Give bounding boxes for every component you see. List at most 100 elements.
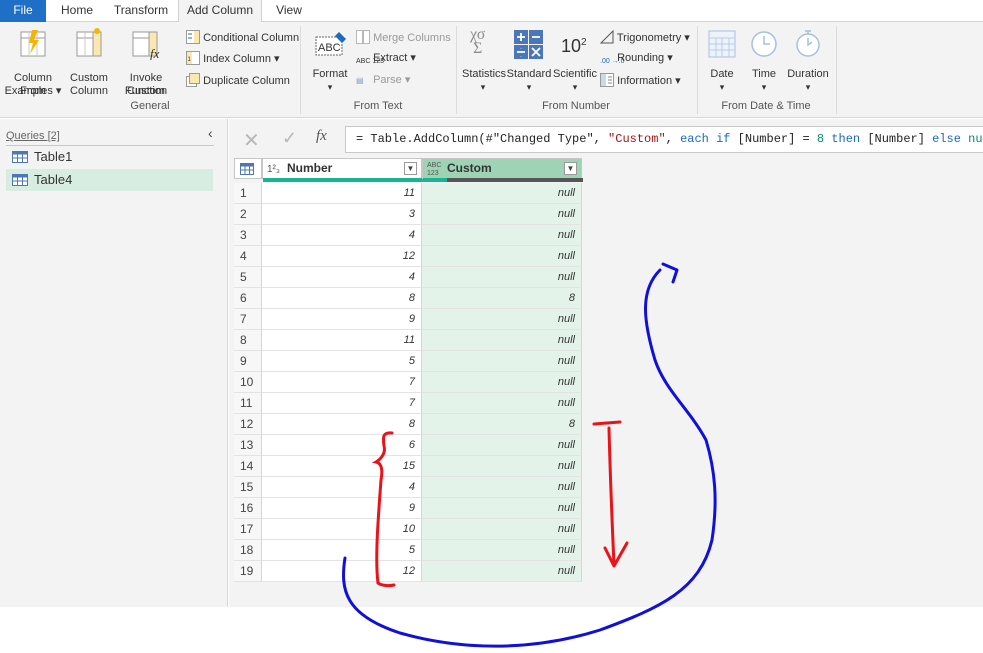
row-number[interactable]: 13: [234, 435, 262, 456]
duplicate-column-button[interactable]: Duplicate Column: [186, 73, 290, 88]
number-cell[interactable]: 7: [262, 393, 422, 414]
whole-number-type-icon[interactable]: 1²₃: [267, 160, 280, 179]
number-cell[interactable]: 15: [262, 456, 422, 477]
row-number[interactable]: 3: [234, 225, 262, 246]
row-number[interactable]: 15: [234, 477, 262, 498]
table-row[interactable]: 11 7 null: [234, 393, 582, 414]
number-cell[interactable]: 5: [262, 351, 422, 372]
table-row[interactable]: 12 8 8: [234, 414, 582, 435]
row-number[interactable]: 19: [234, 561, 262, 582]
number-cell[interactable]: 6: [262, 435, 422, 456]
table-row[interactable]: 13 6 null: [234, 435, 582, 456]
custom-cell[interactable]: null: [422, 540, 582, 561]
row-number[interactable]: 1: [234, 183, 262, 204]
index-column-button[interactable]: 1 Index Column ▾: [186, 51, 280, 66]
number-cell[interactable]: 4: [262, 267, 422, 288]
custom-cell[interactable]: null: [422, 225, 582, 246]
row-number[interactable]: 16: [234, 498, 262, 519]
custom-cell[interactable]: null: [422, 498, 582, 519]
row-number[interactable]: 9: [234, 351, 262, 372]
number-cell[interactable]: 7: [262, 372, 422, 393]
query-item-table4[interactable]: Table4: [6, 169, 213, 191]
number-cell[interactable]: 10: [262, 519, 422, 540]
table-row[interactable]: 2 3 null: [234, 204, 582, 225]
information-button[interactable]: Information ▾: [600, 73, 681, 88]
custom-cell[interactable]: null: [422, 309, 582, 330]
custom-cell[interactable]: null: [422, 456, 582, 477]
custom-cell[interactable]: null: [422, 519, 582, 540]
number-cell[interactable]: 8: [262, 288, 422, 309]
table-row[interactable]: 4 12 null: [234, 246, 582, 267]
row-number[interactable]: 10: [234, 372, 262, 393]
trigonometry-button[interactable]: Trigonometry ▾: [599, 29, 690, 45]
custom-cell[interactable]: null: [422, 435, 582, 456]
table-menu-button[interactable]: [234, 158, 262, 179]
number-cell[interactable]: 12: [262, 561, 422, 582]
custom-cell[interactable]: null: [422, 204, 582, 225]
custom-cell[interactable]: null: [422, 561, 582, 582]
custom-cell[interactable]: null: [422, 267, 582, 288]
table-row[interactable]: 17 10 null: [234, 519, 582, 540]
number-cell[interactable]: 4: [262, 225, 422, 246]
commit-formula-icon[interactable]: ✓: [282, 128, 297, 149]
number-cell[interactable]: 9: [262, 498, 422, 519]
extract-button[interactable]: ABC 123 Extract ▾: [356, 51, 416, 65]
tab-file[interactable]: File: [0, 0, 46, 22]
table-row[interactable]: 7 9 null: [234, 309, 582, 330]
collapse-pane-icon[interactable]: ‹: [208, 125, 213, 141]
tab-add-column[interactable]: Add Column: [178, 0, 262, 23]
any-type-icon[interactable]: ABC 123: [427, 162, 441, 178]
query-item-table1[interactable]: Table1: [6, 146, 213, 168]
column-header-custom[interactable]: ABC 123 Custom ▼: [422, 158, 583, 182]
table-row[interactable]: 5 4 null: [234, 267, 582, 288]
number-cell[interactable]: 11: [262, 183, 422, 204]
merge-columns-button[interactable]: Merge Columns: [356, 30, 451, 45]
custom-cell[interactable]: null: [422, 393, 582, 414]
table-row[interactable]: 14 15 null: [234, 456, 582, 477]
row-number[interactable]: 4: [234, 246, 262, 267]
row-number[interactable]: 11: [234, 393, 262, 414]
table-row[interactable]: 18 5 null: [234, 540, 582, 561]
rounding-button[interactable]: .00 →.0 Rounding ▾: [600, 51, 673, 65]
filter-dropdown-icon[interactable]: ▼: [404, 162, 417, 175]
table-row[interactable]: 19 12 null: [234, 561, 582, 582]
queries-title[interactable]: Queries [2]: [6, 130, 60, 142]
table-row[interactable]: 9 5 null: [234, 351, 582, 372]
number-cell[interactable]: 11: [262, 330, 422, 351]
custom-cell[interactable]: null: [422, 372, 582, 393]
number-cell[interactable]: 8: [262, 414, 422, 435]
table-row[interactable]: 16 9 null: [234, 498, 582, 519]
table-row[interactable]: 8 11 null: [234, 330, 582, 351]
tab-transform[interactable]: Transform: [108, 0, 174, 22]
row-number[interactable]: 18: [234, 540, 262, 561]
number-cell[interactable]: 5: [262, 540, 422, 561]
custom-cell[interactable]: 8: [422, 414, 582, 435]
tab-home[interactable]: Home: [52, 0, 102, 22]
parse-button[interactable]: ▤ Parse ▾: [356, 73, 410, 88]
table-row[interactable]: 15 4 null: [234, 477, 582, 498]
row-number[interactable]: 8: [234, 330, 262, 351]
conditional-column-button[interactable]: Conditional Column: [186, 30, 299, 45]
number-cell[interactable]: 4: [262, 477, 422, 498]
custom-cell[interactable]: null: [422, 246, 582, 267]
row-number[interactable]: 6: [234, 288, 262, 309]
custom-cell[interactable]: 8: [422, 288, 582, 309]
filter-dropdown-icon[interactable]: ▼: [564, 162, 577, 175]
custom-cell[interactable]: null: [422, 183, 582, 204]
custom-cell[interactable]: null: [422, 351, 582, 372]
table-row[interactable]: 10 7 null: [234, 372, 582, 393]
number-cell[interactable]: 9: [262, 309, 422, 330]
row-number[interactable]: 2: [234, 204, 262, 225]
row-number[interactable]: 17: [234, 519, 262, 540]
row-number[interactable]: 5: [234, 267, 262, 288]
tab-view[interactable]: View: [268, 0, 310, 22]
table-row[interactable]: 3 4 null: [234, 225, 582, 246]
number-cell[interactable]: 3: [262, 204, 422, 225]
custom-cell[interactable]: null: [422, 477, 582, 498]
column-header-number[interactable]: 1²₃ Number ▼: [262, 158, 423, 182]
cancel-formula-icon[interactable]: ✕: [243, 128, 260, 153]
custom-cell[interactable]: null: [422, 330, 582, 351]
number-cell[interactable]: 12: [262, 246, 422, 267]
fx-icon[interactable]: fx: [316, 128, 327, 145]
table-row[interactable]: 688: [234, 288, 582, 309]
